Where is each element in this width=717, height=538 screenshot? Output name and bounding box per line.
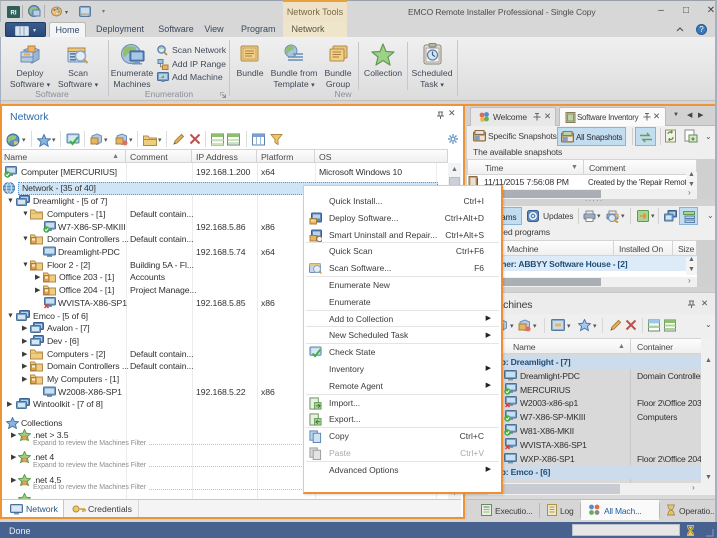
svg-text:?: ? xyxy=(699,25,704,34)
svg-text:RI: RI xyxy=(11,11,17,17)
